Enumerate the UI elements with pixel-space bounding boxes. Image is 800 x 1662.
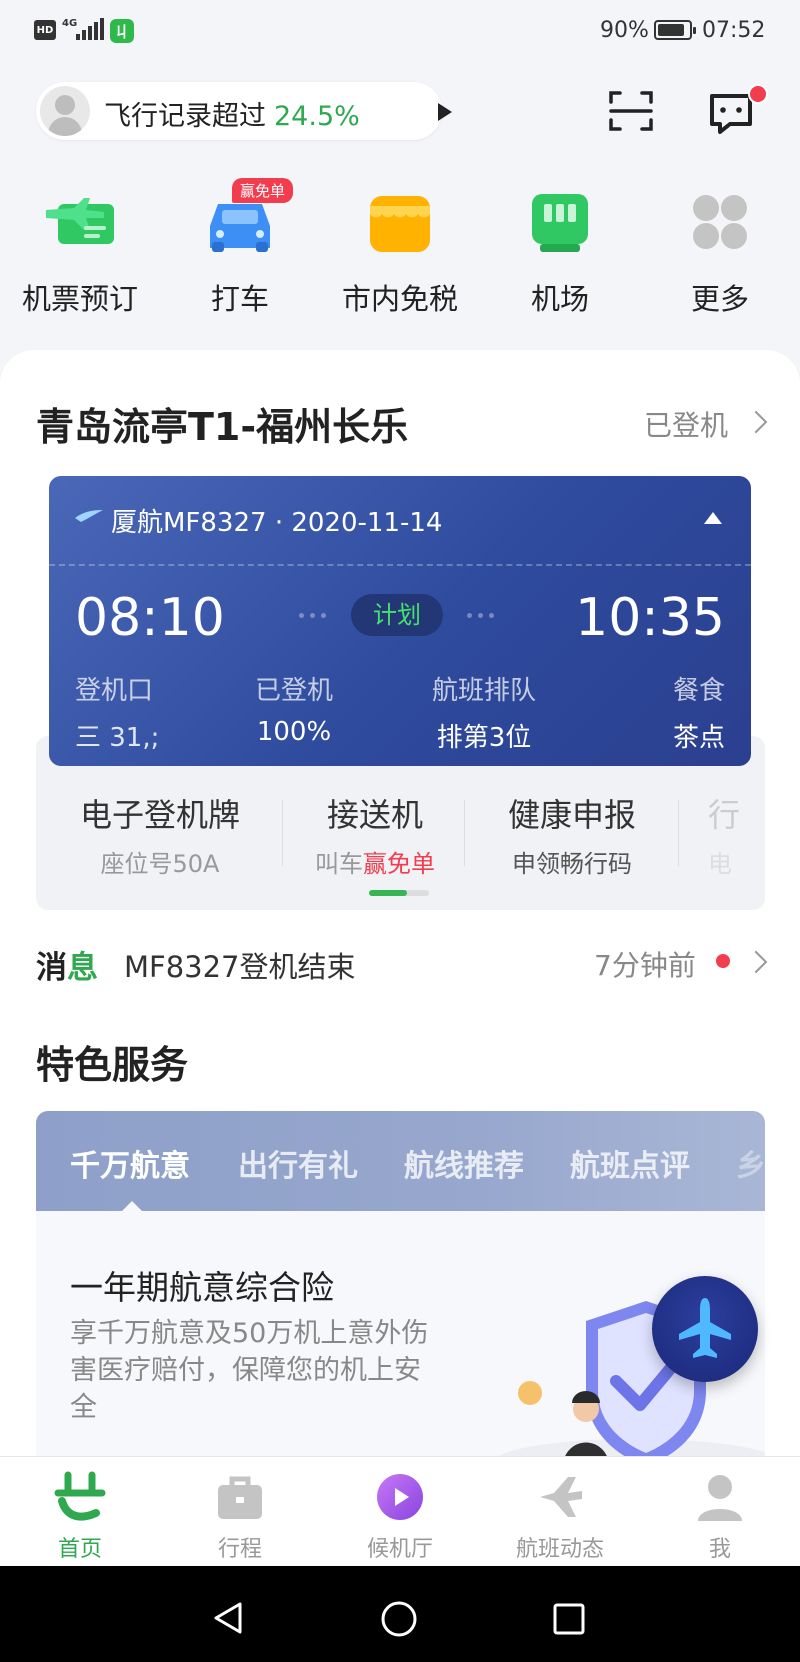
- flight-card[interactable]: 厦航MF8327 · 2020-11-14 08:10 计划 10:35 登机口…: [49, 476, 751, 766]
- service-more-partial[interactable]: 行电: [708, 790, 764, 879]
- service-health[interactable]: 健康申报 申领畅行码: [480, 790, 664, 879]
- more-grid-icon: [693, 195, 747, 249]
- play-circle-icon: [377, 1474, 423, 1520]
- clock: 07:52: [702, 18, 766, 43]
- departure-time: 08:10: [75, 588, 225, 648]
- info-meal: 餐食 茶点: [672, 676, 725, 753]
- back-icon[interactable]: [210, 1600, 246, 1636]
- trip-route[interactable]: 青岛流亭T1-福州长乐: [36, 396, 408, 451]
- info-boarded: 已登机 100%: [254, 676, 333, 747]
- news-text[interactable]: MF8327登机结束: [124, 944, 356, 986]
- service-transfer[interactable]: 接送机 叫车赢免单: [290, 790, 460, 879]
- user-icon: [698, 1475, 742, 1521]
- feature-desc: 享千万航意及50万机上意外伤害医疗赔付，保障您的机上安全: [70, 1318, 429, 1423]
- service-label: 机场: [530, 282, 589, 316]
- dots-left: [299, 613, 326, 618]
- service-label: 更多: [690, 282, 749, 316]
- play-arrow-icon: [438, 103, 452, 121]
- hd-indicator: HD: [34, 20, 56, 40]
- service-flight-booking[interactable]: 机票预订: [0, 180, 160, 320]
- avatar[interactable]: [40, 86, 90, 136]
- active-tab-notch: [120, 1201, 144, 1213]
- tab-routes[interactable]: 航线推荐: [404, 1141, 524, 1185]
- flight-info-line: 厦航MF8327 · 2020-11-14: [111, 508, 443, 538]
- service-duty-free[interactable]: 市内免税: [320, 180, 480, 320]
- feature-title: 一年期航意综合险: [70, 1268, 334, 1307]
- tab-lounge[interactable]: 候机厅: [320, 1457, 480, 1567]
- tab-trips[interactable]: 行程: [160, 1457, 320, 1567]
- app-logo-icon: 丩: [110, 19, 134, 43]
- divider: [49, 564, 751, 566]
- plane-icon: [679, 1298, 731, 1358]
- feature-panel: 千万航意 出行有礼 航线推荐 航班点评 乡 一年期航意综合险 享千万航意及50万…: [36, 1111, 765, 1471]
- info-gate: 登机口三 31,;: [75, 676, 160, 753]
- service-label: 打车: [210, 282, 269, 316]
- flight-record-text: 飞行记录超过 24.5%: [104, 101, 360, 132]
- section-title: 特色服务: [36, 1043, 189, 1087]
- tab-reviews[interactable]: 航班点评: [570, 1141, 690, 1185]
- bottom-tab-bar: 首页 行程 候机厅 航班动态 我: [0, 1456, 800, 1567]
- tab-flight-status[interactable]: 航班动态: [480, 1457, 640, 1567]
- unread-dot: [748, 84, 768, 104]
- flight-float-button[interactable]: [652, 1276, 758, 1382]
- home-logo-icon: [54, 1471, 106, 1521]
- dots-right: [467, 613, 494, 618]
- home-circle-icon[interactable]: [380, 1600, 418, 1638]
- arrival-time: 10:35: [575, 588, 725, 648]
- service-airport[interactable]: 机场: [480, 180, 640, 320]
- battery-percent: 90%: [600, 18, 649, 43]
- news-time: 7分钟前: [594, 949, 696, 982]
- unread-dot: [716, 954, 730, 968]
- record-percent: 24.5%: [274, 101, 360, 132]
- tab-gifts[interactable]: 出行有礼: [238, 1141, 358, 1185]
- collapse-icon[interactable]: [704, 512, 722, 524]
- airline-logo-icon: [75, 510, 103, 522]
- flight-record-pill[interactable]: 飞行记录超过 24.5%: [36, 82, 452, 140]
- tab-partial[interactable]: 乡: [736, 1141, 765, 1185]
- airport-icon: [532, 194, 588, 252]
- divider: [678, 800, 679, 866]
- recents-icon[interactable]: [552, 1602, 586, 1636]
- ticket-plane-icon: [46, 198, 114, 244]
- signal-icon: [76, 18, 104, 40]
- tab-insurance[interactable]: 千万航意: [70, 1141, 190, 1185]
- divider: [464, 800, 465, 866]
- plan-badge: 计划: [351, 594, 443, 636]
- network-type: 4G: [62, 18, 78, 29]
- scan-icon[interactable]: [608, 88, 654, 134]
- briefcase-icon: [218, 1476, 262, 1519]
- system-nav-bar: [0, 1566, 800, 1662]
- service-more[interactable]: 更多: [640, 180, 800, 320]
- page-indicator: [369, 890, 429, 896]
- shop-icon: [370, 196, 430, 252]
- battery-icon: [654, 20, 696, 40]
- promo-text: 赢免单: [363, 850, 435, 878]
- trip-status-link[interactable]: 已登机: [644, 404, 728, 444]
- info-queue: 航班排队 排第3位: [431, 676, 536, 753]
- tab-me[interactable]: 我: [640, 1457, 800, 1567]
- service-boarding-pass[interactable]: 电子登机牌 座位号50A: [70, 790, 250, 879]
- plane-icon: [540, 1477, 582, 1517]
- news-tag: 消息: [36, 950, 98, 986]
- service-label: 机票预订: [21, 282, 138, 316]
- trip-status: 已登机: [644, 409, 729, 442]
- promo-badge: 赢免单: [232, 178, 294, 203]
- divider: [282, 800, 283, 866]
- tab-home[interactable]: 首页: [0, 1457, 160, 1567]
- service-label: 市内免税: [341, 282, 458, 316]
